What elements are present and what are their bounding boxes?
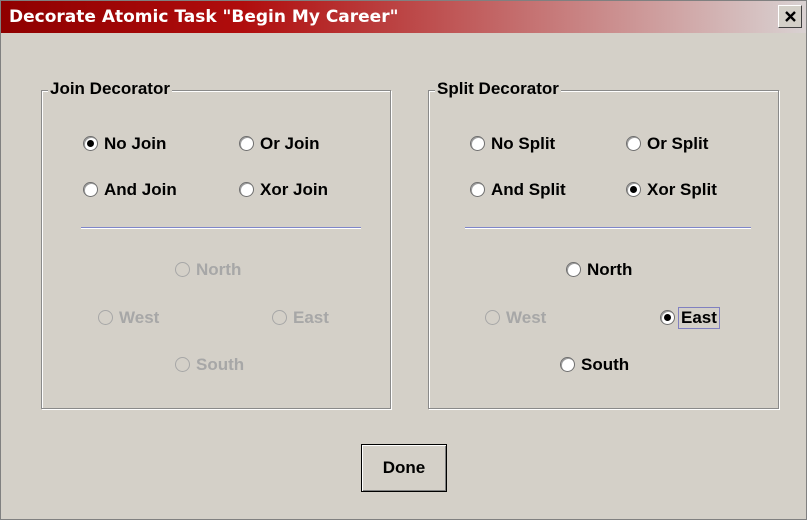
join-south-label: South	[196, 355, 245, 374]
decorate-task-dialog: Decorate Atomic Task "Begin My Career" J…	[0, 0, 807, 520]
radio-circle	[560, 357, 575, 372]
close-icon	[785, 11, 796, 22]
done-button[interactable]: Done	[361, 444, 447, 492]
join-east-label: East	[293, 308, 329, 327]
join-decorator-group: Join Decorator No Join Or Join And Join …	[41, 79, 391, 409]
radio-circle	[566, 262, 581, 277]
join-separator	[81, 227, 361, 229]
split-west-label: West	[506, 308, 547, 327]
radio-circle	[272, 310, 287, 325]
split-decorator-group: Split Decorator No Split Or Split And Sp…	[428, 79, 779, 409]
radio-circle	[239, 136, 254, 151]
join-north-label: North	[196, 260, 242, 279]
title-bar[interactable]: Decorate Atomic Task "Begin My Career"	[1, 1, 806, 33]
join-decorator-title: Join Decorator	[48, 79, 172, 99]
radio-circle	[83, 182, 98, 197]
radio-circle	[98, 310, 113, 325]
radio-circle	[175, 262, 190, 277]
split-separator	[465, 227, 751, 229]
radio-circle	[239, 182, 254, 197]
no-join-label: No Join	[104, 134, 167, 153]
radio-circle	[470, 182, 485, 197]
or-split-label: Or Split	[647, 134, 709, 153]
or-join-label: Or Join	[260, 134, 320, 153]
radio-selected-dot	[630, 186, 637, 193]
radio-selected-dot	[664, 314, 671, 321]
and-join-label: And Join	[104, 180, 177, 199]
radio-circle	[626, 182, 641, 197]
radio-circle	[660, 310, 675, 325]
split-north-label: North	[587, 260, 633, 279]
radio-circle	[175, 357, 190, 372]
radio-circle	[485, 310, 500, 325]
no-split-label: No Split	[491, 134, 556, 153]
xor-split-label: Xor Split	[647, 180, 717, 199]
and-split-label: And Split	[491, 180, 566, 199]
radio-selected-dot	[87, 140, 94, 147]
dialog-title: Decorate Atomic Task "Begin My Career"	[9, 7, 399, 27]
radio-circle	[83, 136, 98, 151]
split-south-label: South	[581, 355, 630, 374]
radio-circle	[626, 136, 641, 151]
split-decorator-title: Split Decorator	[435, 79, 561, 99]
close-button[interactable]	[778, 5, 802, 28]
join-west-label: West	[119, 308, 160, 327]
radio-circle	[470, 136, 485, 151]
xor-join-label: Xor Join	[260, 180, 329, 199]
split-east-label: East	[678, 307, 720, 329]
